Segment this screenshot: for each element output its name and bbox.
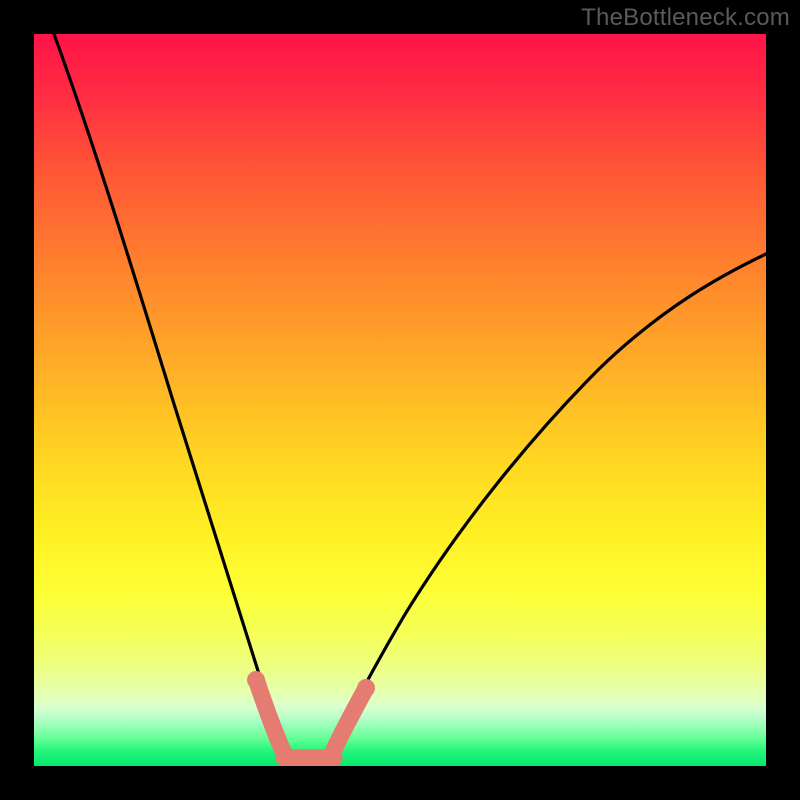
marker-left-dot-top: [247, 671, 265, 689]
curve-overlay: [34, 34, 766, 766]
plot-area: [34, 34, 766, 766]
marker-left-segment: [257, 682, 286, 758]
left-curve: [54, 34, 287, 760]
marker-right-segment: [332, 690, 365, 754]
watermark-text: TheBottleneck.com: [581, 4, 790, 32]
chart-frame: TheBottleneck.com: [0, 0, 800, 800]
marker-right-dot-top: [357, 679, 375, 697]
right-curve: [328, 254, 766, 760]
